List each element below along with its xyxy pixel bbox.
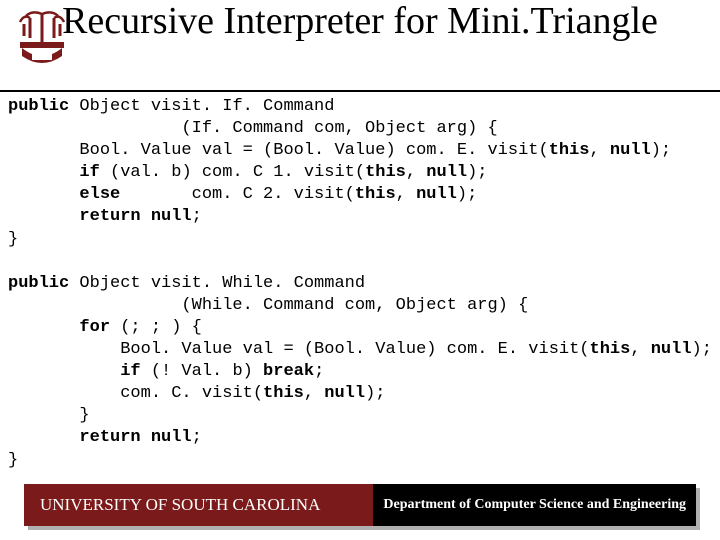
code-text: ); (467, 163, 487, 182)
kw-else: else (8, 185, 120, 204)
code-text: com. C 2. visit( (120, 185, 355, 204)
kw-null: null (426, 163, 467, 182)
code-text: , (630, 340, 650, 359)
code-text: ); (457, 185, 477, 204)
kw-if: if (8, 362, 141, 381)
title-rule (0, 90, 720, 92)
code-text: ; (314, 362, 324, 381)
code-text: } (8, 406, 90, 425)
code-text: , (590, 141, 610, 160)
footer-bar: UNIVERSITY OF SOUTH CAROLINA Department … (24, 484, 696, 526)
code-text: com. C. visit( (8, 384, 263, 403)
footer-department: Department of Computer Science and Engin… (373, 484, 696, 526)
code-text: (While. Command com, Object arg) { (8, 296, 528, 315)
kw-break: break (263, 362, 314, 381)
kw-this: this (365, 163, 406, 182)
kw-this: this (263, 384, 304, 403)
kw-this: this (355, 185, 396, 204)
slide: Recursive Interpreter for Mini.Triangle … (0, 0, 720, 540)
kw-null: null (610, 141, 651, 160)
kw-this: this (590, 340, 631, 359)
code-text: ; (192, 428, 202, 447)
code-text: Object visit. If. Command (69, 97, 334, 116)
code-text: Bool. Value val = (Bool. Value) com. E. … (8, 340, 590, 359)
kw-public: public (8, 97, 69, 116)
kw-null: null (324, 384, 365, 403)
code-text: ); (692, 340, 712, 359)
code-text: (; ; ) { (110, 318, 202, 337)
code-text: } (8, 451, 18, 470)
kw-for: for (8, 318, 110, 337)
footer-university: UNIVERSITY OF SOUTH CAROLINA (24, 484, 373, 526)
code-text: Object visit. While. Command (69, 274, 365, 293)
code-text: ); (365, 384, 385, 403)
code-text: Bool. Value val = (Bool. Value) com. E. … (8, 141, 549, 160)
kw-if: if (8, 163, 100, 182)
code-block: public Object visit. If. Command (If. Co… (8, 96, 720, 472)
slide-title: Recursive Interpreter for Mini.Triangle (0, 0, 720, 42)
code-text: ); (651, 141, 671, 160)
code-text: (val. b) com. C 1. visit( (100, 163, 365, 182)
code-text: , (396, 185, 416, 204)
kw-null: null (651, 340, 692, 359)
code-text: , (304, 384, 324, 403)
code-text: ; (192, 207, 202, 226)
kw-return-null: return null (8, 428, 192, 447)
code-text: (If. Command com, Object arg) { (8, 119, 498, 138)
kw-return-null: return null (8, 207, 192, 226)
kw-public: public (8, 274, 69, 293)
kw-this: this (549, 141, 590, 160)
code-text: } (8, 230, 18, 249)
code-text: , (406, 163, 426, 182)
kw-null: null (416, 185, 457, 204)
code-text: (! Val. b) (141, 362, 263, 381)
